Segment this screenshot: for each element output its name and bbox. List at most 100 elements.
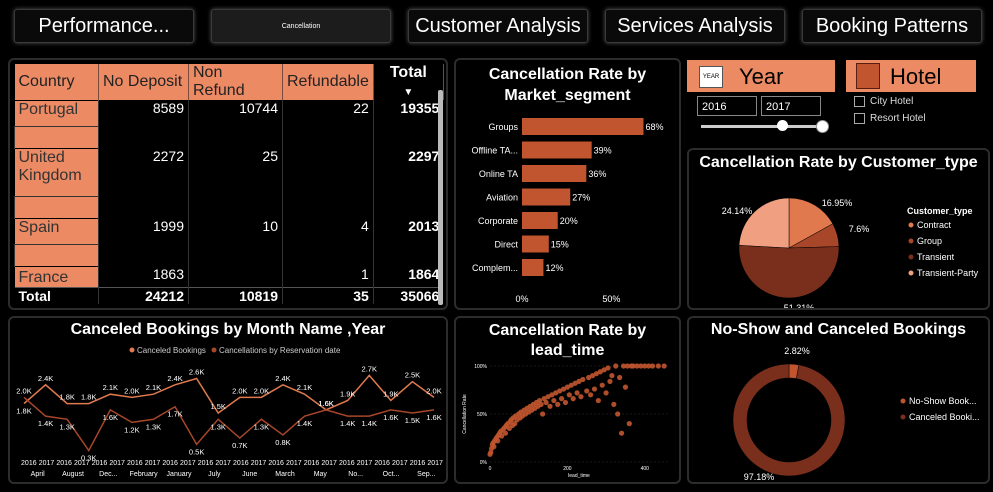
year-slicer-title: Year [739,64,784,89]
line-data-label: 2.6K [189,368,204,377]
matrix-cell: 2297 [372,148,444,196]
hotel-option-label: City Hotel [870,96,914,107]
line-data-label: 1.8K [59,393,74,402]
calendar-icon: YEAR [699,66,723,88]
bar-category-label: Groups [488,122,518,132]
tab-customer-analysis[interactable]: Customer Analysis [408,9,588,43]
hotel-option-city[interactable]: City Hotel [854,96,913,107]
hotel-option-resort[interactable]: Resort Hotel [854,113,926,124]
matrix-total-label: Total [14,286,99,304]
x-tick-month: Sep... [417,471,435,478]
bar-data-label: 36% [588,169,606,179]
matrix-cell: 2272 [98,148,189,196]
matrix-scrollbar[interactable] [438,90,443,305]
year-slider-track[interactable] [701,125,825,128]
checkbox-icon[interactable] [854,96,865,107]
x-tick-year: 2016 [162,460,178,467]
lead-time-chart: 100% 50% 0%0 200 400 lead_time Cancellation Ra… [462,363,668,479]
bar [522,118,644,135]
scatter-point [661,363,667,369]
matrix-header-no-deposit[interactable]: No Deposit [98,64,189,100]
matrix-total-cell: 35066 [372,286,444,304]
line-data-label: 0.8K [275,438,290,447]
scatter-point [626,421,632,427]
year-slider-handle-end[interactable] [816,120,829,133]
scatter-point [555,401,561,407]
legend-entry: Canceled Booki... [909,412,980,422]
matrix-header-non-refund[interactable]: Non Refund [188,64,283,100]
year-from-input[interactable]: 2016 [697,96,757,116]
x-tick-label: 0% [515,294,528,304]
matrix-cell [282,148,374,196]
scatter-point [649,363,656,369]
x-tick-year: 2017 [392,460,408,467]
market-segment-chart: Groups 68% Offline TA... 39% Online TA 36% Avi… [471,118,664,304]
matrix-country-cell: Spain [14,217,99,244]
line-data-label: 2.7K [362,364,377,373]
x-tick-label: 50% [602,294,620,304]
line-data-label: 1.8K [16,407,31,416]
scatter-point [599,382,605,388]
matrix-header-refundable[interactable]: Refundable [282,64,374,100]
bar-category-label: Complem... [472,263,518,273]
x-tick-label: 200 [563,466,572,472]
year-slicer-header: YEAR Year [687,60,835,92]
legend-marker [908,270,914,276]
scatter-point [551,397,557,404]
checkbox-icon[interactable] [854,113,865,124]
year-slider-handle-start[interactable] [777,120,788,131]
year-slicer: YEAR Year 2016 2017 [687,58,835,142]
x-tick-month: May [314,471,328,478]
hotel-icon [856,63,880,89]
x-tick-month: July [208,471,221,478]
matrix-total-cell: 35 [282,286,374,304]
x-tick-month: March [275,471,295,478]
line-data-label: 2.4K [167,374,182,383]
x-tick-label: 400 [641,466,650,472]
donut-slice [732,363,846,477]
matrix-total-cell: 10819 [188,286,283,304]
matrix-cell: 22 [282,100,374,126]
pie-data-label: 24.14% [722,206,753,216]
lead-time-chart-panel: Cancellation Rate by lead_time 100% 50% 0%… [454,316,681,484]
matrix-cell: 25 [188,148,283,196]
line-data-label: 2.0K [232,386,247,395]
tab-services-analysis[interactable]: Services Analysis [605,9,785,43]
bar-data-label: 39% [594,146,612,156]
scatter-point [574,390,580,396]
tab-booking-patterns[interactable]: Booking Patterns [802,9,982,43]
line-data-label: 2.0K [16,386,31,395]
x-tick-year: 2017 [215,460,231,467]
tab-performance[interactable]: Performance... [14,9,194,43]
tab-cancellation[interactable]: Cancellation [211,9,391,43]
table-row: Portugal 8589 10744 22 19355 [14,99,444,126]
hotel-slicer-title: Hotel [890,64,942,89]
matrix-cell: 4 [282,218,374,244]
line-data-label: 1.9K [340,389,355,398]
bar-data-label: 68% [645,122,663,132]
x-tick-year: 2016 [233,460,249,467]
hotel-slicer-header: Hotel [846,60,976,92]
table-row: United Kingdom 2272 25 2297 [14,147,444,196]
x-tick-year: 2017 [74,460,90,467]
scatter-point [580,376,586,383]
year-to-input[interactable]: 2017 [761,96,821,116]
matrix-cell: 8589 [98,100,189,126]
scatter-point [547,403,553,409]
x-tick-month: April [31,471,45,478]
customer-type-chart: 16.95% 7.6% 51.31% 24.14% Customer_type Contr… [722,197,979,308]
matrix-cell: 19355 [372,100,444,126]
line-data-label: 1.6K [103,413,118,422]
line-data-label: 1.4K [340,419,355,428]
line-data-label: 1.4K [38,419,53,428]
matrix-header-total[interactable]: Total ▼ [373,64,444,100]
line-data-label: 0.7K [232,441,247,450]
customer-type-chart-panel: Cancellation Rate by Customer_type 16.95… [687,148,990,310]
lead-time-chart-title: Cancellation Rate by lead_time [488,322,647,359]
row-spacer [14,125,444,148]
line-data-label: 1.3K [146,422,161,431]
matrix-header-country[interactable]: Country [14,64,99,100]
scatter-point [622,384,629,390]
legend-marker [900,398,906,404]
scatter-point [603,390,609,396]
